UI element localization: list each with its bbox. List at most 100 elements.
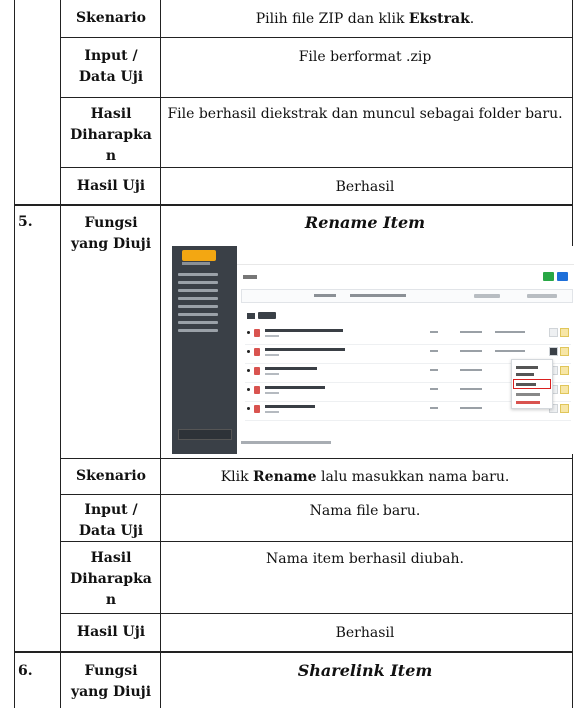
row-divider [14,204,573,206]
pdf-file-icon [254,329,260,337]
function-label: Fungsi yang Diuji [63,213,159,255]
input-label-line: Data Uji [78,523,144,539]
star-icon [560,328,569,337]
expected-label-line: Hasil [90,106,132,122]
function-label-line: Fungsi [84,215,138,231]
sidebar-nav-item [178,281,218,284]
skenario-label: Skenario [76,10,146,26]
input-value: Nama file baru. [309,503,421,519]
toolbar-item [314,294,336,297]
file-row [245,326,571,345]
upload-button [543,272,554,281]
file-size [265,373,279,375]
row-divider [60,494,573,495]
row-divider [14,651,573,653]
row-divider [60,37,573,38]
expected-label-line: Hasil [90,550,132,566]
menu-item-download [516,366,538,369]
expected-value: Nama item berhasil diubah. [266,551,464,567]
row-divider [60,458,573,459]
file-size [265,411,279,413]
function-label-line: Fungsi [84,663,138,679]
star-icon [560,385,569,394]
star-icon [560,366,569,375]
menu-item-rename [516,383,536,386]
function-title: Rename Item [304,213,426,232]
file-date [460,407,482,409]
sidebar-nav-item [178,297,218,300]
file-size [265,335,279,337]
skenario-text: Klik [220,469,254,485]
row-number: 6. [18,663,33,679]
file-date [460,350,482,352]
folder-icon [247,313,255,319]
document-page: Skenario Pilih file ZIP dan klik Ekstrak… [0,0,574,708]
file-date [495,331,525,333]
expected-label-line: Diharapka [70,127,152,143]
file-size [265,392,279,394]
expected-label-line: Diharapka [70,571,152,587]
file-actions [549,328,569,337]
input-label-line: Input / [84,502,138,518]
file-date [460,388,482,390]
sidebar-button [178,429,232,440]
input-label-line: Input / [84,48,138,64]
sidebar-nav-item [178,305,218,308]
result-value: Berhasil [335,625,395,641]
row-divider [60,613,573,614]
file-name [265,405,315,408]
skenario-text-end: . [469,11,475,27]
table-border-left [14,0,15,708]
toolbar-item [350,294,406,297]
pdf-file-icon [254,367,260,375]
pdf-file-icon [254,348,260,356]
input-label-line: Data Uji [78,69,144,85]
result-label: Hasil Uji [76,178,146,194]
skenario-label: Skenario [76,468,146,484]
more-options-icon [549,328,558,337]
function-title: Sharelink Item [297,661,433,680]
file-date [460,331,482,333]
file-actions [549,347,569,356]
more-options-icon [549,347,558,356]
expected-label: Hasil Diharapka n [63,104,159,167]
screenshot-toolbar [241,289,573,303]
function-label: Fungsi yang Diuji [63,661,159,703]
file-type [430,350,438,352]
row-number: 5. [18,214,33,230]
file-name [265,348,345,351]
file-type [430,407,438,409]
breadcrumb [243,275,257,279]
row-bullet [247,369,250,372]
sidebar-nav-item [178,329,218,332]
file-type [430,331,438,333]
input-label: Input / Data Uji [63,46,159,88]
menu-item-delete [516,401,540,404]
screenshot-footer [241,441,331,444]
row-bullet [247,331,250,334]
sidebar-nav-item [178,313,218,316]
star-icon [560,347,569,356]
file-type [430,388,438,390]
skenario-bold-text: Ekstrak [408,11,470,27]
skenario-text-end: lalu masukkan nama baru. [316,469,510,485]
sidebar-nav-item [178,321,218,324]
file-type [430,369,438,371]
row-divider [60,97,573,98]
logo-icon [182,250,216,261]
result-label: Hasil Uji [76,624,146,640]
row-bullet [247,407,250,410]
file-size [265,354,279,356]
skenario-bold-text: Rename [253,469,317,485]
file-name [265,386,325,389]
new-button [557,272,568,281]
pdf-file-icon [254,405,260,413]
file-date [495,350,525,352]
menu-item-sharelink [516,393,540,396]
logo-subtitle [182,262,210,265]
function-label-line: yang Diuji [70,236,152,252]
file-name [265,329,343,332]
sidebar-nav-item [178,289,218,292]
table-divider-label [160,0,161,708]
row-bullet [247,388,250,391]
